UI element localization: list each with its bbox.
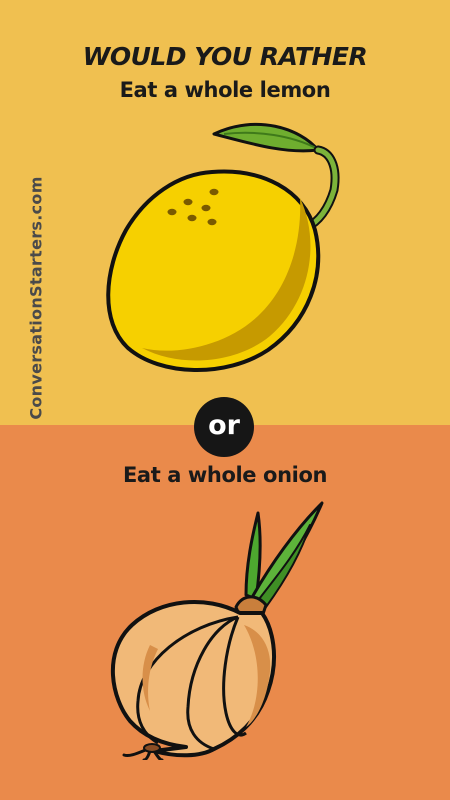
lemon-illustration — [0, 110, 450, 400]
onion-illustration — [0, 495, 450, 760]
or-label: or — [208, 409, 240, 441]
onion-icon — [110, 501, 324, 760]
option-b-text: Eat a whole onion — [122, 463, 328, 487]
or-divider: or — [194, 397, 254, 457]
option-a-text: Eat a whole lemon — [119, 78, 331, 102]
lemon-icon — [106, 122, 340, 372]
headline: WOULD YOU RATHER — [82, 42, 368, 71]
